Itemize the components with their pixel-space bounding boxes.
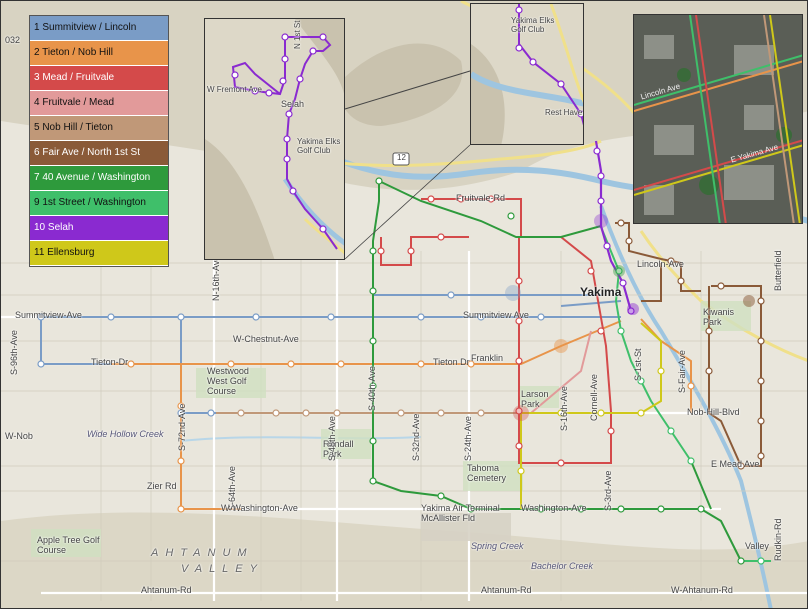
label-appletree: Apple Tree Golf Course bbox=[37, 535, 100, 555]
inset-map-selah[interactable]: Selah W Fremont Ave Yakima Elks Golf Clu… bbox=[204, 18, 345, 260]
legend-label: 4 Fruitvale / Mead bbox=[34, 97, 115, 108]
label-s40: S-40th-Ave bbox=[367, 366, 377, 411]
legend-item-7[interactable]: 7 40 Avenue / Washington bbox=[30, 166, 168, 191]
label-ahtanum-east: W-Ahtanum-Rd bbox=[671, 585, 733, 595]
inset-map-aerial-downtown[interactable]: Lincoln Ave E Yakima Ave bbox=[633, 14, 803, 224]
label-summitview: Summitview-Ave bbox=[15, 310, 82, 320]
inset-selah-town-label: Selah bbox=[281, 99, 305, 109]
label-ahtanum: Ahtanum-Rd bbox=[141, 585, 192, 595]
label-valley-mall: Valley bbox=[745, 541, 769, 551]
inset-golf-elks-label: Yakima Elks Golf Club bbox=[511, 16, 555, 34]
label-s32: S-32nd-Ave bbox=[411, 413, 421, 461]
inset-golf-resthaven-label: Rest Haven bbox=[545, 108, 584, 117]
label-fruitvale: Fruitvale-Rd bbox=[456, 193, 506, 203]
legend-item-9[interactable]: 9 1st Street / Washington bbox=[30, 191, 168, 216]
route-9-line[interactable] bbox=[600, 226, 771, 562]
label-w-nob: W-Nob bbox=[5, 431, 33, 441]
label-westwood: Westwood West Golf Course bbox=[207, 366, 249, 396]
inset-aerial-graphic bbox=[634, 15, 802, 223]
label-nob-hill: Nob-Hill-Blvd bbox=[687, 407, 740, 417]
label-s64: S-64th-Ave bbox=[227, 466, 237, 511]
label-tieton: Tieton-Dr bbox=[91, 357, 129, 367]
label-s72: S-72nd-Ave bbox=[177, 403, 187, 451]
inset-map-golf-club[interactable]: Yakima Elks Golf Club Rest Haven bbox=[470, 3, 584, 145]
transit-route-map[interactable]: Yakima Summitview-Ave Summitview Ave Tie… bbox=[0, 0, 808, 609]
legend-label: 3 Mead / Fruitvale bbox=[34, 72, 115, 83]
legend-label: 1 Summitview / Lincoln bbox=[34, 22, 137, 33]
label-bachelor-creek: Bachelor Creek bbox=[531, 561, 594, 571]
label-n16: N-16th-Ave bbox=[211, 255, 221, 301]
label-s48: S-48th-Ave bbox=[327, 416, 337, 461]
legend-label: 10 Selah bbox=[34, 222, 74, 233]
legend-item-3[interactable]: 3 Mead / Fruitvale bbox=[30, 66, 168, 91]
inset-selah-fremont-label: W Fremont Ave bbox=[207, 85, 262, 94]
legend-label: 5 Nob Hill / Tieton bbox=[34, 122, 113, 133]
legend-label: 9 1st Street / Washington bbox=[34, 197, 146, 208]
label-tieton-east: Tieton Dr bbox=[433, 357, 470, 367]
legend-item-2[interactable]: 2 Tieton / Nob Hill bbox=[30, 41, 168, 66]
label-wide-hollow: Wide Hollow Creek bbox=[87, 429, 164, 439]
label-s1st: S-1st-St bbox=[633, 348, 643, 381]
legend-label: 11 Ellensburg bbox=[34, 247, 95, 258]
route-12-shield-label: 12 bbox=[397, 153, 406, 162]
label-yakima: Yakima bbox=[580, 285, 622, 299]
legend-item-5[interactable]: 5 Nob Hill / Tieton bbox=[30, 116, 168, 141]
inset-selah-first-label: N 1st St bbox=[293, 20, 302, 49]
label-larson: Larson Park bbox=[521, 389, 549, 409]
legend-item-1[interactable]: 1 Summitview / Lincoln bbox=[30, 16, 168, 41]
label-cornell: Cornell-Ave bbox=[589, 374, 599, 421]
route-legend: 1 Summitview / Lincoln 2 Tieton / Nob Hi… bbox=[29, 15, 169, 267]
label-airport: Yakima Air Terminal McAllister Fld bbox=[421, 503, 500, 523]
label-s96: S-96th-Ave bbox=[9, 330, 19, 375]
label-spring-creek: Spring Creek bbox=[471, 541, 524, 551]
inset-selah-elks-label: Yakima Elks Golf Club bbox=[297, 137, 341, 155]
label-valley: VALLEY bbox=[181, 563, 264, 575]
label-chestnut: W-Chestnut-Ave bbox=[233, 334, 299, 344]
label-kiwanis: Kiwanis Park bbox=[703, 307, 735, 327]
label-032: 032 bbox=[5, 35, 21, 45]
label-zier: Zier Rd bbox=[147, 481, 177, 491]
legend-item-6[interactable]: 6 Fair Ave / North 1st St bbox=[30, 141, 168, 166]
legend-item-11[interactable]: 11 Ellensburg bbox=[30, 241, 168, 266]
label-s3rd: S-3rd-Ave bbox=[603, 470, 613, 511]
label-butterfield: Butterfield bbox=[773, 250, 783, 291]
label-fair: S-Fair-Ave bbox=[677, 350, 687, 393]
label-rudkin: Rudkin-Rd bbox=[773, 518, 783, 561]
label-s24: S-24th-Ave bbox=[463, 416, 473, 461]
label-ahtanum-mid: Ahtanum-Rd bbox=[481, 585, 532, 595]
legend-item-4[interactable]: 4 Fruitvale / Mead bbox=[30, 91, 168, 116]
legend-item-10[interactable]: 10 Selah bbox=[30, 216, 168, 241]
label-mead: E Mead Ave bbox=[711, 459, 760, 469]
legend-label: 2 Tieton / Nob Hill bbox=[34, 47, 113, 58]
label-ahtanum-valley: AHTANUM bbox=[151, 547, 254, 559]
label-franklin: Franklin bbox=[471, 353, 504, 363]
legend-label: 6 Fair Ave / North 1st St bbox=[34, 147, 140, 158]
label-summitview-east: Summitview Ave bbox=[463, 310, 529, 320]
legend-label: 7 40 Avenue / Washington bbox=[34, 172, 151, 183]
label-s16: S-16th-Ave bbox=[559, 386, 569, 431]
label-tahoma: Tahoma Cemetery bbox=[467, 463, 507, 483]
label-lincoln: Lincoln-Ave bbox=[637, 259, 684, 269]
label-washington-east: Washington-Ave bbox=[521, 503, 587, 513]
